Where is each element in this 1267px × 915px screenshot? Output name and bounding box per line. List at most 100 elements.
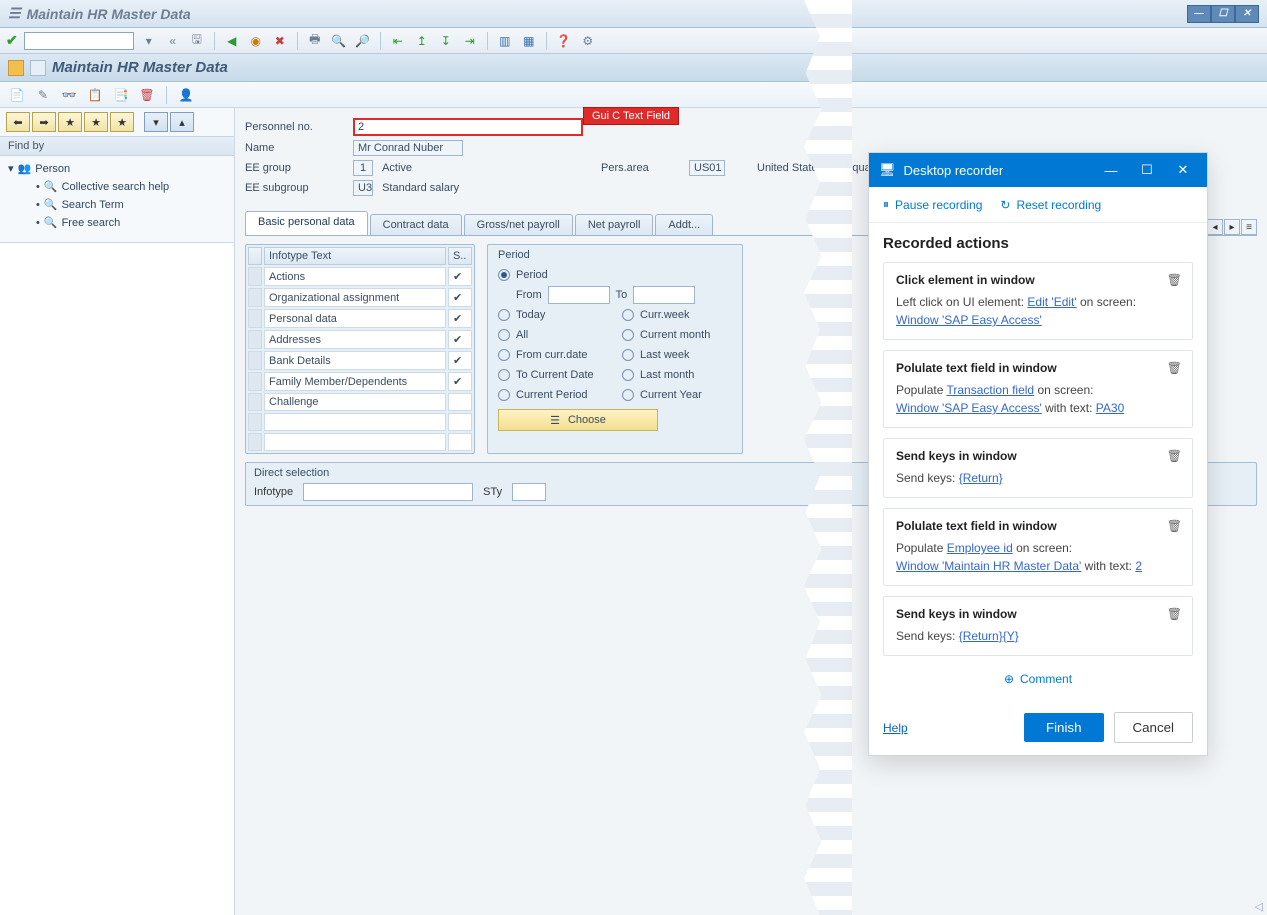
cancel-icon[interactable]: ✖: [271, 32, 289, 50]
cancel-button[interactable]: Cancel: [1114, 712, 1194, 743]
dropdown-icon[interactable]: ▾: [140, 32, 158, 50]
help-icon[interactable]: ❓: [555, 32, 573, 50]
tab-scroll-right-icon[interactable]: ▸: [1224, 219, 1240, 235]
pers-area-label: Pers.area: [601, 162, 681, 174]
table-row[interactable]: [248, 433, 472, 451]
ok-icon[interactable]: ✔: [6, 32, 18, 49]
radio-all[interactable]: [498, 329, 510, 341]
display-icon[interactable]: 👓: [60, 86, 78, 104]
overview-icon[interactable]: 👤: [177, 86, 195, 104]
tree-item-collective-search[interactable]: •🔍Collective search help: [8, 178, 226, 196]
minimize-button[interactable]: —: [1187, 5, 1211, 23]
pause-recording-button[interactable]: ⏸Pause recording: [883, 197, 982, 212]
recorder-close-button[interactable]: ✕: [1169, 156, 1197, 184]
trash-icon[interactable]: 🗑: [1167, 273, 1182, 287]
table-row[interactable]: Actions✔: [248, 267, 472, 286]
table-row[interactable]: Challenge: [248, 393, 472, 411]
table-row[interactable]: Addresses✔: [248, 330, 472, 349]
radio-today[interactable]: [498, 309, 510, 321]
table-row[interactable]: Personal data✔: [248, 309, 472, 328]
trash-icon[interactable]: 🗑: [1167, 361, 1182, 375]
edit-icon[interactable]: ✎: [34, 86, 52, 104]
tree-root-person[interactable]: ▾👥Person: [8, 160, 226, 178]
radio-lastweek[interactable]: [622, 349, 634, 361]
tab-basic-personal-data[interactable]: Basic personal data: [245, 211, 368, 235]
radio-lastmonth[interactable]: [622, 369, 634, 381]
nav-forward-button[interactable]: ➡: [32, 112, 56, 132]
find-next-icon[interactable]: 🔎: [354, 32, 372, 50]
back-icon[interactable]: ◀: [223, 32, 241, 50]
settings-icon[interactable]: ⚙: [579, 32, 597, 50]
choose-button[interactable]: ☰Choose: [498, 409, 658, 431]
add-comment-button[interactable]: ⊕Comment: [883, 666, 1193, 692]
radio-currweek[interactable]: [622, 309, 634, 321]
exit-icon[interactable]: ◉: [247, 32, 265, 50]
action-card[interactable]: 🗑 Send keys in window Send keys: {Return…: [883, 438, 1193, 498]
nav-fav3-button[interactable]: ★: [110, 112, 134, 132]
table-row[interactable]: [248, 413, 472, 431]
sty-input[interactable]: [512, 483, 546, 501]
radio-tocurr[interactable]: [498, 369, 510, 381]
find-icon[interactable]: 🔍: [330, 32, 348, 50]
tree-item-free-search[interactable]: •🔍Free search: [8, 214, 226, 232]
tree-item-search-term[interactable]: •🔍Search Term: [8, 196, 226, 214]
action-card[interactable]: 🗑 Polulate text field in window Populate…: [883, 350, 1193, 428]
nav-up-button[interactable]: ▴: [170, 112, 194, 132]
tab-scroll-left-icon[interactable]: ◂: [1207, 219, 1223, 235]
first-page-icon[interactable]: ⇤: [389, 32, 407, 50]
recorder-maximize-button[interactable]: ☐: [1133, 156, 1161, 184]
tab-additional[interactable]: Addt...: [655, 214, 713, 235]
radio-currperiod[interactable]: [498, 389, 510, 401]
tab-net-payroll[interactable]: Net payroll: [575, 214, 654, 235]
maximize-button[interactable]: ☐: [1211, 5, 1235, 23]
command-field[interactable]: [24, 32, 134, 50]
tab-contract-data[interactable]: Contract data: [370, 214, 462, 235]
next-page-icon[interactable]: ↧: [437, 32, 455, 50]
table-row[interactable]: Bank Details✔: [248, 351, 472, 370]
copy-icon[interactable]: 📋: [86, 86, 104, 104]
radio-fromcurr[interactable]: [498, 349, 510, 361]
tab-list-icon[interactable]: ≡: [1241, 219, 1257, 235]
radio-currmonth[interactable]: [622, 329, 634, 341]
resize-grip-icon[interactable]: ◁: [1255, 900, 1263, 913]
prev-page-icon[interactable]: ↥: [413, 32, 431, 50]
radio-curryear[interactable]: [622, 389, 634, 401]
nav-fav1-button[interactable]: ★: [58, 112, 82, 132]
delimit-icon[interactable]: 📑: [112, 86, 130, 104]
reset-recording-button[interactable]: ↻Reset recording: [1000, 198, 1101, 212]
table-row[interactable]: Family Member/Dependents✔: [248, 372, 472, 391]
tab-gross-net-payroll[interactable]: Gross/net payroll: [464, 214, 573, 235]
radio-period[interactable]: [498, 269, 510, 281]
new-session-icon[interactable]: ▥: [496, 32, 514, 50]
personnel-no-input[interactable]: [353, 118, 583, 136]
nav-back-button[interactable]: ⬅: [6, 112, 30, 132]
tree-result-area: [0, 242, 234, 915]
menu-icon[interactable]: ☰: [8, 5, 21, 22]
trash-icon[interactable]: 🗑: [1167, 449, 1182, 463]
print-icon[interactable]: 🖶: [306, 32, 324, 50]
col-infotype-text: Infotype Text: [264, 247, 446, 265]
plus-icon: ⊕: [1004, 672, 1014, 686]
period-title: Period: [498, 249, 732, 261]
recorder-minimize-button[interactable]: —: [1097, 156, 1125, 184]
trash-icon[interactable]: 🗑: [1167, 519, 1182, 533]
layout-icon[interactable]: ▦: [520, 32, 538, 50]
delete-icon[interactable]: 🗑: [138, 86, 156, 104]
close-button[interactable]: ✕: [1235, 5, 1259, 23]
from-input[interactable]: [548, 286, 610, 304]
table-row[interactable]: Organizational assignment✔: [248, 288, 472, 307]
finish-button[interactable]: Finish: [1024, 713, 1104, 742]
trash-icon[interactable]: 🗑: [1167, 607, 1182, 621]
create-icon[interactable]: 📄: [8, 86, 26, 104]
action-card[interactable]: 🗑 Polulate text field in window Populate…: [883, 508, 1193, 586]
action-card[interactable]: 🗑 Click element in window Left click on …: [883, 262, 1193, 340]
history-back-icon[interactable]: «: [164, 32, 182, 50]
last-page-icon[interactable]: ⇥: [461, 32, 479, 50]
nav-down-button[interactable]: ▾: [144, 112, 168, 132]
nav-fav2-button[interactable]: ★: [84, 112, 108, 132]
to-input[interactable]: [633, 286, 695, 304]
infotype-input[interactable]: [303, 483, 473, 501]
action-card[interactable]: 🗑 Send keys in window Send keys: {Return…: [883, 596, 1193, 656]
save-icon[interactable]: 🖫: [188, 32, 206, 50]
help-link[interactable]: Help: [883, 721, 908, 735]
